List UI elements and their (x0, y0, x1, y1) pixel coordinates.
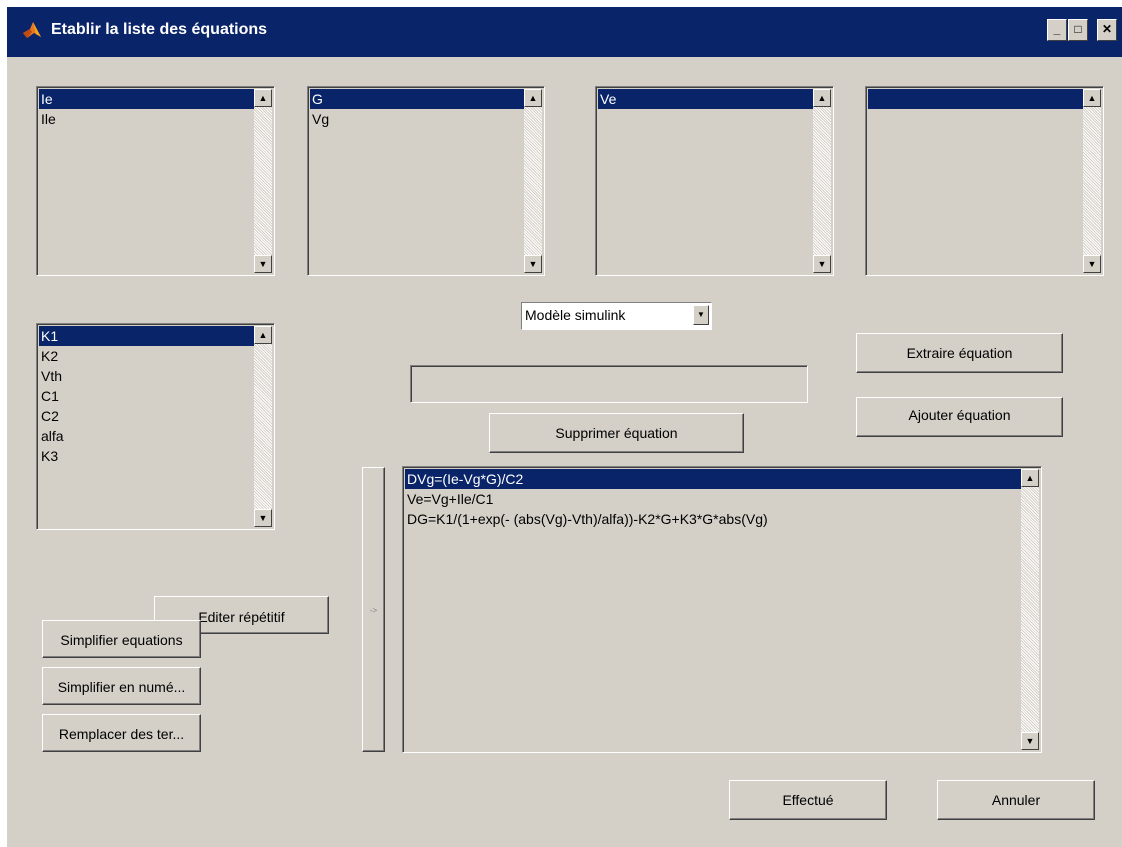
minimize-button[interactable]: _ (1047, 19, 1067, 41)
scrollbar[interactable]: ▲ ▼ (524, 89, 542, 273)
model-select[interactable]: Modèle simulink ▼ (521, 302, 712, 330)
effectue-button[interactable]: Effectué (729, 780, 887, 820)
scroll-down-icon[interactable]: ▼ (1021, 732, 1039, 750)
list-item[interactable]: DVg=(Ie-Vg*G)/C2 (405, 469, 1021, 489)
inputs-list-items: Ie Ile (39, 89, 254, 273)
title-bar: Etablir la liste des équations _ □ ✕ (7, 7, 1122, 57)
list-item[interactable]: Ie (39, 89, 254, 109)
extra-list-items (868, 89, 1083, 273)
scrollbar[interactable]: ▲ ▼ (813, 89, 831, 273)
scroll-down-icon[interactable]: ▼ (254, 509, 272, 527)
list-item[interactable]: C1 (39, 386, 254, 406)
maximize-button[interactable]: □ (1068, 19, 1088, 41)
scroll-up-icon[interactable]: ▲ (524, 89, 542, 107)
supprimer-equation-button[interactable]: Supprimer équation (489, 413, 744, 453)
constants-list[interactable]: K1 K2 Vth C1 C2 alfa K3 ▲ ▼ (36, 323, 275, 530)
list-item[interactable]: G (310, 89, 524, 109)
transfer-button[interactable]: -> (362, 467, 385, 752)
scrollbar[interactable]: ▲ ▼ (1083, 89, 1101, 273)
constants-list-items: K1 K2 Vth C1 C2 alfa K3 (39, 326, 254, 527)
scroll-down-icon[interactable]: ▼ (524, 255, 542, 273)
scroll-up-icon[interactable]: ▲ (1083, 89, 1101, 107)
chevron-down-icon[interactable]: ▼ (693, 305, 709, 325)
model-select-value: Modèle simulink (525, 307, 626, 323)
extraire-equation-button[interactable]: Extraire équation (856, 333, 1063, 373)
window-title: Etablir la liste des équations (51, 21, 268, 38)
list-item[interactable]: Ve=Vg+Ile/C1 (405, 489, 1021, 509)
equations-list[interactable]: DVg=(Ie-Vg*G)/C2 Ve=Vg+Ile/C1 DG=K1/(1+e… (402, 466, 1042, 753)
list-item[interactable]: Ve (598, 89, 813, 109)
inputs-list[interactable]: Ie Ile ▲ ▼ (36, 86, 275, 276)
scroll-down-icon[interactable]: ▼ (813, 255, 831, 273)
extra-list[interactable]: ▲ ▼ (865, 86, 1104, 276)
list-item[interactable]: Vg (310, 109, 524, 129)
list-item[interactable]: C2 (39, 406, 254, 426)
states-list-items: G Vg (310, 89, 524, 273)
scroll-down-icon[interactable]: ▼ (254, 255, 272, 273)
close-button[interactable]: ✕ (1097, 19, 1117, 41)
ajouter-equation-button[interactable]: Ajouter équation (856, 397, 1063, 437)
list-item[interactable]: K2 (39, 346, 254, 366)
scroll-down-icon[interactable]: ▼ (1083, 255, 1101, 273)
outputs-list[interactable]: Ve ▲ ▼ (595, 86, 834, 276)
remplacer-termes-button[interactable]: Remplacer des ter... (42, 714, 201, 752)
equations-list-items: DVg=(Ie-Vg*G)/C2 Ve=Vg+Ile/C1 DG=K1/(1+e… (405, 469, 1021, 750)
list-item[interactable]: K1 (39, 326, 254, 346)
matlab-logo-icon (23, 22, 41, 38)
scrollbar[interactable]: ▲ ▼ (1021, 469, 1039, 750)
outputs-list-items: Ve (598, 89, 813, 273)
scrollbar[interactable]: ▲ ▼ (254, 326, 272, 527)
equation-input[interactable] (410, 365, 808, 403)
list-item[interactable] (868, 89, 1083, 109)
list-item[interactable]: alfa (39, 426, 254, 446)
simplifier-numerique-button[interactable]: Simplifier en numé... (42, 667, 201, 705)
list-item[interactable]: Ile (39, 109, 254, 129)
states-list[interactable]: G Vg ▲ ▼ (307, 86, 545, 276)
list-item[interactable]: Vth (39, 366, 254, 386)
scroll-up-icon[interactable]: ▲ (1021, 469, 1039, 487)
scroll-up-icon[interactable]: ▲ (254, 326, 272, 344)
scroll-up-icon[interactable]: ▲ (254, 89, 272, 107)
app-window: Etablir la liste des équations _ □ ✕ Ie … (6, 6, 1122, 847)
list-item[interactable]: K3 (39, 446, 254, 466)
simplifier-equations-button[interactable]: Simplifier equations (42, 620, 201, 658)
annuler-button[interactable]: Annuler (937, 780, 1095, 820)
list-item[interactable]: DG=K1/(1+exp(- (abs(Vg)-Vth)/alfa))-K2*G… (405, 509, 1021, 529)
scroll-up-icon[interactable]: ▲ (813, 89, 831, 107)
scrollbar[interactable]: ▲ ▼ (254, 89, 272, 273)
